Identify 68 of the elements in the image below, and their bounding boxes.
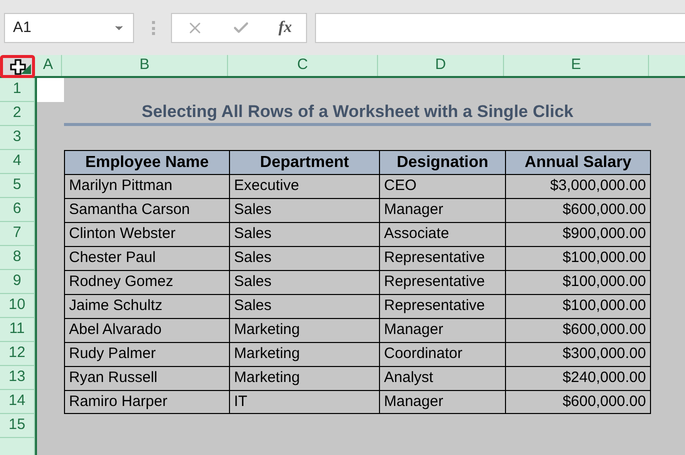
row-number[interactable]: 3 (0, 126, 34, 150)
insert-function-button[interactable]: fx (278, 16, 292, 40)
cursor-icon (10, 58, 26, 74)
table-cell: $300,000.00 (506, 342, 651, 366)
table-cell: Marilyn Pittman (64, 174, 230, 198)
row-number[interactable]: 15 (0, 414, 34, 438)
table-cell: Sales (230, 198, 380, 222)
row-number[interactable]: 7 (0, 222, 34, 246)
table-cell: $100,000.00 (506, 294, 651, 318)
row-number[interactable]: 5 (0, 174, 34, 198)
grip-icon (152, 21, 155, 35)
table-cell: Sales (230, 222, 380, 246)
table-cell: $100,000.00 (506, 270, 651, 294)
row-number[interactable]: 14 (0, 390, 34, 414)
active-cell[interactable] (37, 78, 64, 102)
row-number[interactable]: 2 (0, 102, 34, 126)
table-cell: Abel Alvarado (64, 318, 230, 342)
row-number[interactable]: 8 (0, 246, 34, 270)
select-all-button[interactable] (0, 55, 35, 78)
table-cell: $600,000.00 (506, 390, 651, 414)
table-cell: Executive (230, 174, 380, 198)
row-number[interactable]: 9 (0, 270, 34, 294)
table-cell: Associate (380, 222, 506, 246)
table-cell: Marketing (230, 366, 380, 390)
table-cell: Ramiro Harper (64, 390, 230, 414)
column-header-cell: Department (230, 150, 380, 174)
table-cell: $900,000.00 (506, 222, 651, 246)
table-cell: Rudy Palmer (64, 342, 230, 366)
table-cell: $600,000.00 (506, 318, 651, 342)
table-cell: $3,000,000.00 (506, 174, 651, 198)
row-number[interactable]: 11 (0, 318, 34, 342)
table-cell: Sales (230, 270, 380, 294)
name-box[interactable]: A1 (4, 13, 134, 43)
table-cell: Clinton Webster (64, 222, 230, 246)
table-cell: $240,000.00 (506, 366, 651, 390)
row-number[interactable]: 10 (0, 294, 34, 318)
table-cell: $100,000.00 (506, 246, 651, 270)
row-number[interactable]: 12 (0, 342, 34, 366)
table-cell: Ryan Russell (64, 366, 230, 390)
table-cell: Manager (380, 390, 506, 414)
table-cell: Chester Paul (64, 246, 230, 270)
column-header-cell: Employee Name (64, 150, 230, 174)
row-number[interactable]: 1 (0, 78, 34, 102)
table-cell: Manager (380, 198, 506, 222)
table-cell: Analyst (380, 366, 506, 390)
table-cell: Samantha Carson (64, 198, 230, 222)
table-cell: Coordinator (380, 342, 506, 366)
table-cell: Representative (380, 270, 506, 294)
row-number[interactable]: 13 (0, 366, 34, 390)
table-cell: IT (230, 390, 380, 414)
formula-field[interactable] (315, 13, 685, 43)
table-cell: Manager (380, 318, 506, 342)
table-cell: Marketing (230, 318, 380, 342)
table-cell: Rodney Gomez (64, 270, 230, 294)
table-cell: Representative (380, 294, 506, 318)
corner-triangle-icon (21, 64, 31, 74)
table-cell: Representative (380, 246, 506, 270)
column-header-cell: Designation (380, 150, 506, 174)
row-number[interactable]: 6 (0, 198, 34, 222)
table-cell: Marketing (230, 342, 380, 366)
row-number[interactable]: 4 (0, 150, 34, 174)
column-header-cell: Annual Salary (506, 150, 651, 174)
table-cell: $600,000.00 (506, 198, 651, 222)
table-cell: CEO (380, 174, 506, 198)
sheet-title: Selecting All Rows of a Worksheet with a Single Click (64, 101, 651, 126)
table-cell: Sales (230, 294, 380, 318)
table-cell: Jaime Schultz (64, 294, 230, 318)
table-cell: Sales (230, 246, 380, 270)
